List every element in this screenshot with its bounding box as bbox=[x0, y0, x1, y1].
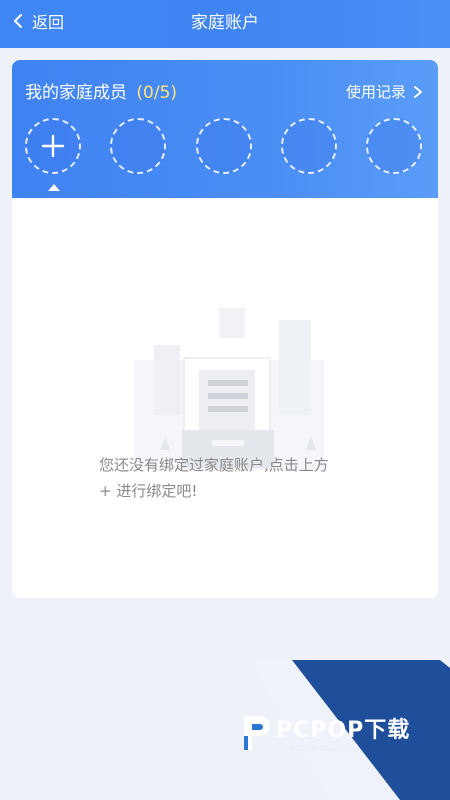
member-slot-4[interactable] bbox=[281, 118, 337, 174]
usage-record-label: 使用记录 bbox=[345, 83, 406, 101]
plus-icon bbox=[41, 134, 65, 158]
chevron-right-icon bbox=[414, 85, 422, 98]
watermark-brand: PCPOP下载 bbox=[276, 718, 411, 743]
member-slot-2[interactable] bbox=[110, 118, 166, 174]
pcpop-logo-icon bbox=[244, 716, 270, 750]
family-account-screen: 返回 家庭账户 我的家庭成员 (0/5) 使用记录 您还没有绑定过家庭账户,点击… bbox=[0, 0, 450, 800]
members-heading: 我的家庭成员 (0/5) bbox=[25, 78, 177, 103]
page-title: 家庭账户 bbox=[191, 13, 259, 33]
member-slot-3[interactable] bbox=[196, 118, 252, 174]
empty-document-illustration bbox=[134, 308, 324, 470]
members-panel: 我的家庭成员 (0/5) 使用记录 bbox=[12, 60, 438, 198]
members-title: 我的家庭成员 bbox=[25, 83, 127, 103]
empty-message-line-1: 您还没有绑定过家庭账户,点击上方 bbox=[99, 456, 329, 474]
member-slots bbox=[25, 118, 427, 178]
usage-record-link[interactable]: 使用记录 bbox=[346, 81, 424, 102]
family-card: 我的家庭成员 (0/5) 使用记录 您还没有绑定过家庭账户,点击上方 + 进行绑… bbox=[12, 60, 438, 598]
watermark-subtitle: PCPOP Download bbox=[290, 744, 359, 753]
top-bar: 返回 家庭账户 bbox=[0, 0, 450, 48]
member-slot-5[interactable] bbox=[366, 118, 422, 174]
selection-pointer bbox=[48, 184, 60, 191]
add-member-button[interactable] bbox=[25, 118, 81, 174]
members-count: (0/5) bbox=[136, 83, 178, 103]
empty-message: 您还没有绑定过家庭账户,点击上方 + 进行绑定吧! bbox=[99, 452, 379, 504]
empty-message-line-2: + 进行绑定吧! bbox=[99, 482, 198, 500]
